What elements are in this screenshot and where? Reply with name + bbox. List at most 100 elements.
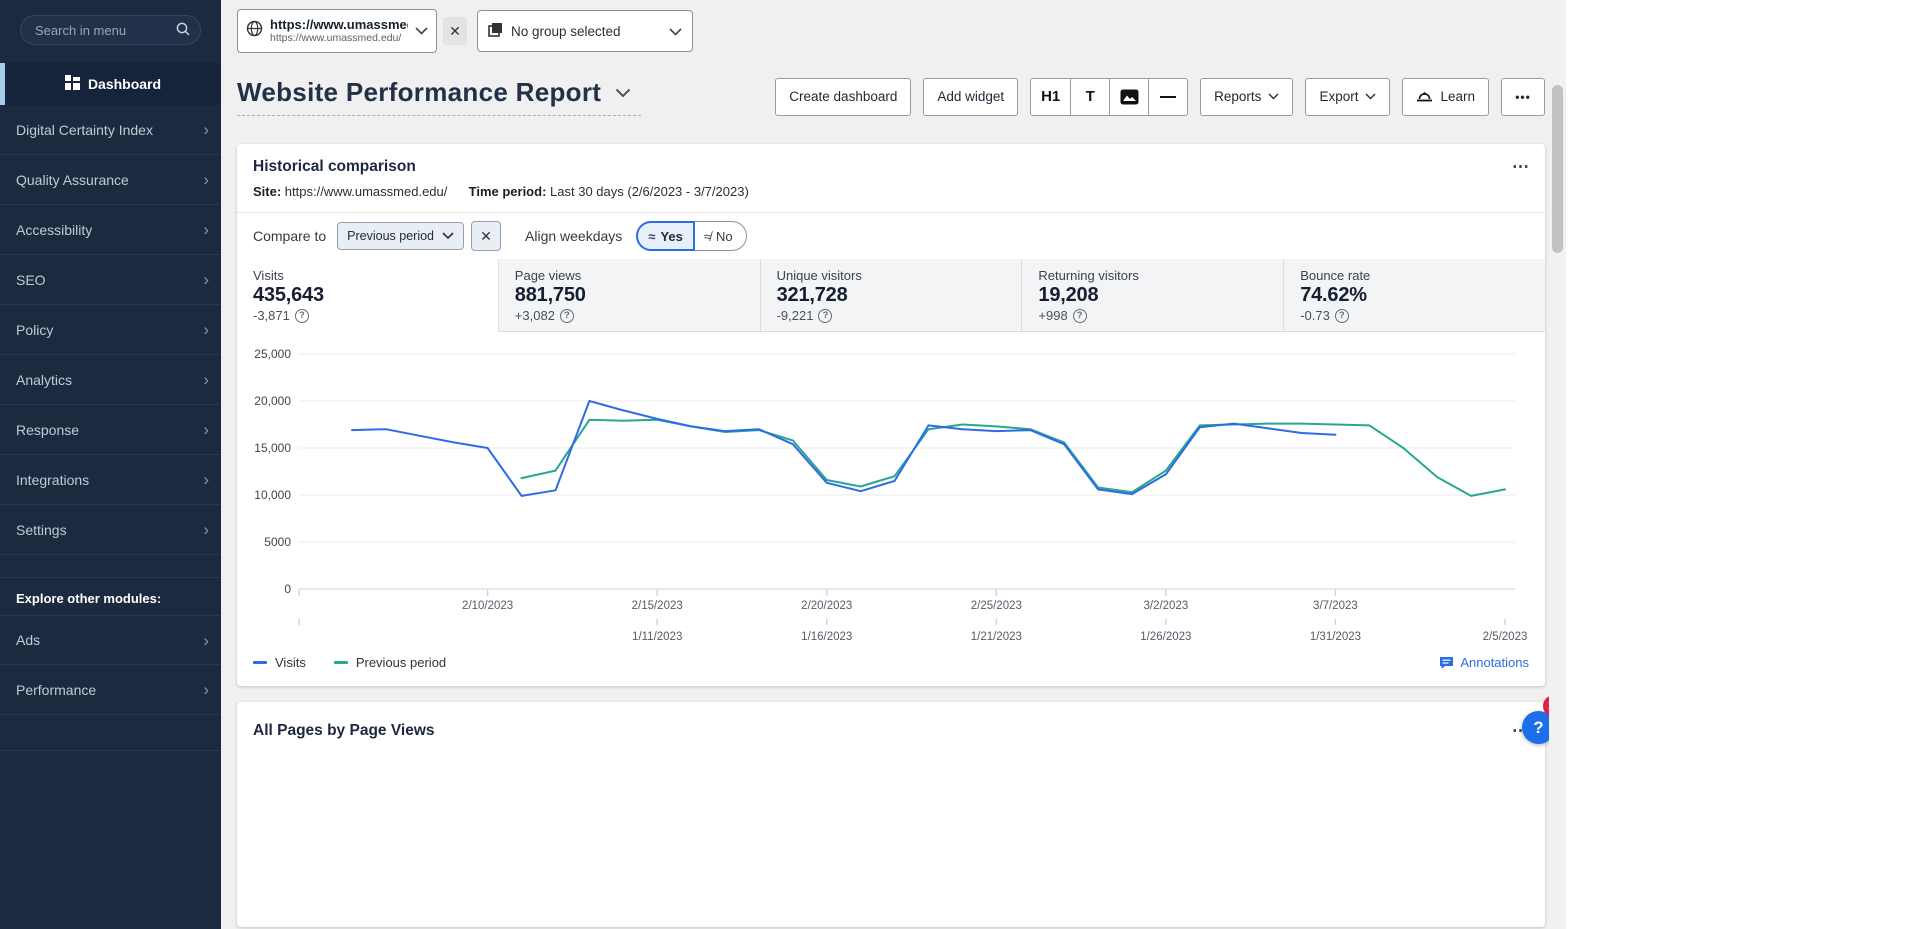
site-value: https://www.umassmed.edu/: [285, 184, 448, 199]
site-selector-title: https://www.umassmed.edu/: [270, 18, 408, 33]
chevron-down-icon: [1268, 93, 1279, 100]
metric-tab-unique-visitors[interactable]: Unique visitors321,728-9,221?: [760, 259, 1022, 332]
all-pages-card: All Pages by Page Views ⋯: [237, 702, 1545, 927]
sidebar-item-label: Ads: [16, 632, 40, 648]
metric-tab-visits[interactable]: Visits435,643-3,871?: [237, 259, 498, 332]
x-axis-date-previous: 1/31/2023: [1310, 631, 1361, 643]
group-selector[interactable]: No group selected: [477, 10, 693, 52]
sidebar-item-response[interactable]: Response›: [0, 405, 221, 455]
metric-label: Page views: [515, 268, 744, 283]
legend-line-swatch: [253, 661, 267, 664]
sidebar-item-seo[interactable]: SEO›: [0, 255, 221, 305]
export-label: Export: [1319, 89, 1358, 104]
sidebar-tail: [0, 715, 221, 751]
chevron-right-icon: ›: [203, 321, 209, 338]
sidebar-item-digital-certainty-index[interactable]: Digital Certainty Index›: [0, 105, 221, 155]
divider-button[interactable]: [1148, 79, 1187, 115]
metric-tabs: Visits435,643-3,871?Page views881,750+3,…: [237, 259, 1545, 332]
line-chart[interactable]: 0500010,00015,00020,00025,0002/10/20232/…: [253, 342, 1529, 644]
compare-period-dropdown[interactable]: Previous period: [337, 222, 464, 250]
chevron-down-icon: [415, 22, 428, 40]
metric-delta: -0.73: [1300, 308, 1330, 323]
topbar: https://www.umassmed.edu/ https://www.um…: [237, 9, 1545, 53]
legend-item-visits: Visits: [253, 655, 306, 670]
app-root: Dashboard Digital Certainty Index›Qualit…: [0, 0, 1919, 929]
close-icon: ✕: [449, 23, 461, 40]
search-input[interactable]: [20, 15, 201, 45]
toolbar: Create dashboard Add widget H1 T Reports: [775, 78, 1545, 116]
sidebar-item-policy[interactable]: Policy›: [0, 305, 221, 355]
x-axis-date-current: 2/10/2023: [462, 600, 513, 612]
sidebar-item-label: SEO: [16, 272, 46, 288]
legend-label: Visits: [275, 655, 306, 670]
vertical-scrollbar[interactable]: [1549, 0, 1566, 929]
align-weekdays-label: Align weekdays: [525, 228, 622, 244]
metric-label: Returning visitors: [1038, 268, 1267, 283]
globe-icon: [246, 20, 263, 42]
site-label: Site:: [253, 184, 281, 199]
question-circle-icon[interactable]: ?: [1335, 309, 1349, 323]
card-header: Historical comparison ⋯: [237, 144, 1545, 184]
metric-tab-returning-visitors[interactable]: Returning visitors19,208+998?: [1021, 259, 1283, 332]
page-header: Website Performance Report Create dashbo…: [237, 77, 1545, 116]
reports-dropdown-button[interactable]: Reports: [1200, 78, 1293, 116]
card-header: All Pages by Page Views ⋯: [237, 702, 1545, 754]
question-circle-icon[interactable]: ?: [1073, 309, 1087, 323]
sidebar-item-accessibility[interactable]: Accessibility›: [0, 205, 221, 255]
annotations-link[interactable]: Annotations: [1439, 655, 1529, 670]
more-options-button[interactable]: •••: [1501, 78, 1545, 116]
explore-modules-label: Explore other modules:: [0, 578, 221, 615]
sidebar-item-analytics[interactable]: Analytics›: [0, 355, 221, 405]
text-button[interactable]: T: [1070, 79, 1109, 115]
sidebar-item-label: Quality Assurance: [16, 172, 129, 188]
image-button[interactable]: [1109, 79, 1148, 115]
metric-tab-page-views[interactable]: Page views881,750+3,082?: [498, 259, 760, 332]
sidebar-item-performance[interactable]: Performance›: [0, 665, 221, 715]
question-circle-icon[interactable]: ?: [560, 309, 574, 323]
clear-site-button[interactable]: ✕: [443, 17, 467, 45]
chevron-right-icon: ›: [203, 471, 209, 488]
legend-label: Previous period: [356, 655, 446, 670]
scrollbar-thumb[interactable]: [1552, 85, 1563, 253]
sidebar-item-integrations[interactable]: Integrations›: [0, 455, 221, 505]
chevron-right-icon: ›: [203, 632, 209, 649]
heading-h1-button[interactable]: H1: [1031, 79, 1070, 115]
add-widget-button[interactable]: Add widget: [923, 78, 1018, 116]
learn-label: Learn: [1440, 89, 1475, 104]
align-no-label: No: [716, 229, 733, 244]
ellipsis-icon: •••: [1515, 90, 1531, 104]
dashboard-grid-icon: [65, 75, 80, 93]
create-dashboard-button[interactable]: Create dashboard: [775, 78, 911, 116]
sidebar-item-ads[interactable]: Ads ›: [0, 615, 221, 665]
question-circle-icon[interactable]: ?: [818, 309, 832, 323]
align-no-option[interactable]: ≉ No: [695, 221, 747, 251]
site-selector[interactable]: https://www.umassmed.edu/ https://www.um…: [237, 9, 437, 53]
chevron-down-icon: [1365, 93, 1376, 100]
historical-comparison-card: Historical comparison ⋯ Site: https://ww…: [237, 144, 1545, 686]
clear-compare-button[interactable]: ✕: [471, 221, 501, 251]
legend-line-swatch: [334, 661, 348, 664]
chevron-right-icon: ›: [203, 121, 209, 138]
metric-value: 321,728: [777, 284, 1006, 307]
chart-legend: Visits Previous period: [253, 655, 446, 670]
learn-button[interactable]: Learn: [1402, 78, 1489, 116]
search-icon[interactable]: [175, 21, 191, 42]
chevron-right-icon: ›: [203, 221, 209, 238]
x-axis-date-current: 3/2/2023: [1143, 600, 1188, 612]
metric-tab-bounce-rate[interactable]: Bounce rate74.62%-0.73?: [1283, 259, 1545, 332]
title-chevron-down-icon[interactable]: [615, 88, 631, 98]
card-meta: Site: https://www.umassmed.edu/ Time per…: [237, 184, 1545, 212]
question-circle-icon[interactable]: ?: [295, 309, 309, 323]
y-axis-tick-label: 15,000: [254, 441, 291, 455]
card-kebab-menu-icon[interactable]: ⋯: [1512, 163, 1529, 172]
sidebar-item-settings[interactable]: Settings›: [0, 505, 221, 555]
sidebar-item-quality-assurance[interactable]: Quality Assurance›: [0, 155, 221, 205]
site-selector-text: https://www.umassmed.edu/ https://www.um…: [270, 18, 408, 45]
export-dropdown-button[interactable]: Export: [1305, 78, 1390, 116]
align-no-icon: ≉: [704, 229, 711, 244]
x-axis-date-previous: 1/26/2023: [1140, 631, 1191, 643]
annotation-bubble-icon: [1439, 656, 1454, 670]
align-yes-option[interactable]: ≈ Yes: [636, 221, 695, 251]
metric-label: Visits: [253, 268, 482, 283]
sidebar-item-dashboard[interactable]: Dashboard: [0, 63, 221, 105]
